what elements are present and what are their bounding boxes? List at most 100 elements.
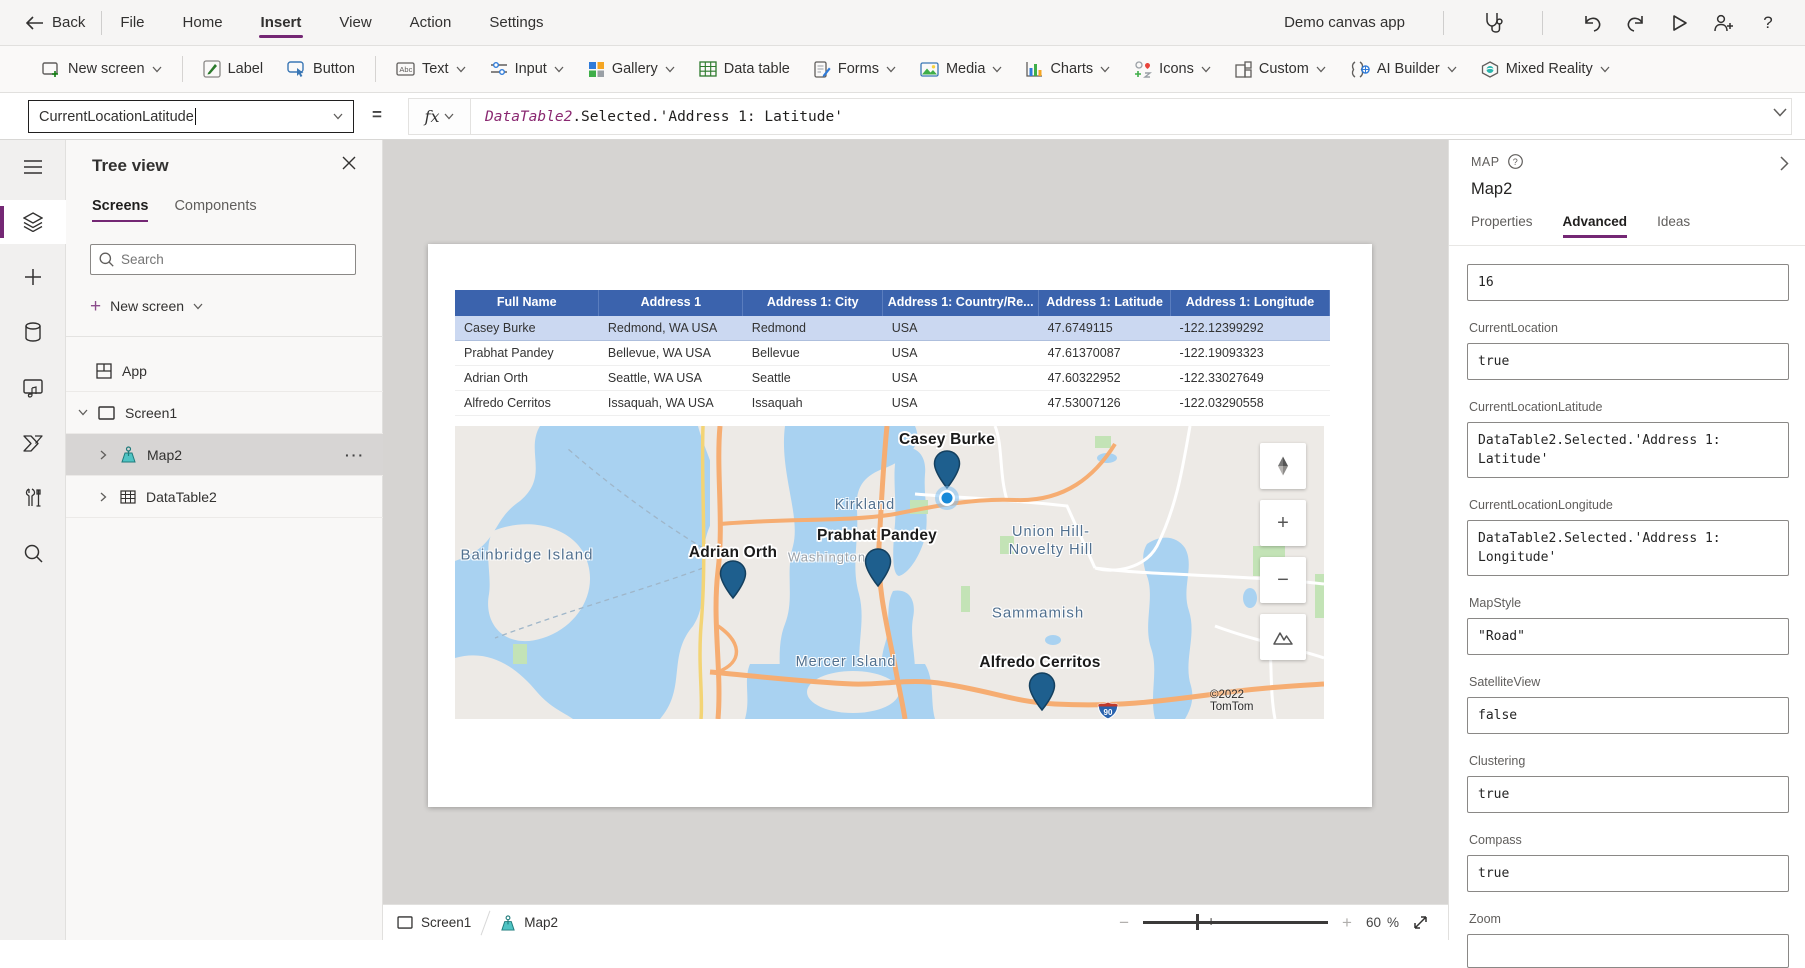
chevron-right-icon[interactable] — [100, 450, 112, 460]
formula-bar-collapse-chevron[interactable] — [1773, 108, 1787, 117]
tree-search-box[interactable] — [90, 244, 356, 275]
table-row[interactable]: Prabhat PandeyBellevue, WA USABellevueUS… — [455, 340, 1330, 365]
power-automate-icon[interactable] — [0, 421, 66, 465]
ribbon-forms[interactable]: Forms — [802, 53, 908, 86]
zoom-in-button[interactable]: + — [1342, 913, 1352, 933]
tab-components[interactable]: Components — [174, 198, 256, 222]
tree-item-app[interactable]: App — [66, 350, 383, 392]
ribbon-data-table[interactable]: Data table — [687, 53, 802, 85]
ribbon-new-screen[interactable]: New screen — [30, 53, 174, 85]
menu-file[interactable]: File — [118, 3, 146, 42]
advanced-tools-icon[interactable] — [0, 476, 66, 520]
app-checker-icon[interactable] — [1482, 12, 1504, 34]
tree-item-datatable2[interactable]: DataTable2 — [66, 476, 383, 518]
menu-home[interactable]: Home — [181, 3, 225, 42]
column-header[interactable]: Address 1: Latitude — [1039, 290, 1171, 315]
property-selector[interactable]: CurrentLocationLatitude — [28, 100, 354, 133]
zoom-slider[interactable]: + — [1143, 921, 1328, 924]
property-field-currentlocation[interactable]: true — [1467, 343, 1789, 380]
menu-insert[interactable]: Insert — [259, 3, 304, 42]
more-options-ellipsis[interactable]: ··· — [345, 447, 365, 463]
map-zoom-out-button[interactable]: − — [1260, 557, 1306, 603]
column-header[interactable]: Address 1 — [599, 290, 743, 315]
table-row[interactable]: Alfredo CerritosIssaquah, WA USAIssaquah… — [455, 390, 1330, 415]
help-icon[interactable]: ? — [1757, 12, 1779, 34]
chevron-right-icon[interactable] — [100, 492, 112, 502]
ribbon-media[interactable]: Media — [908, 53, 1015, 85]
tab-screens[interactable]: Screens — [92, 198, 148, 222]
ribbon-gallery[interactable]: Gallery — [576, 53, 687, 86]
redo-icon[interactable] — [1625, 12, 1647, 34]
ribbon-input[interactable]: Input — [478, 53, 576, 85]
tab-advanced[interactable]: Advanced — [1563, 214, 1628, 238]
table-row[interactable]: Casey BurkeRedmond, WA USARedmondUSA47.6… — [455, 315, 1330, 340]
map-pin-alfredo[interactable] — [1028, 672, 1056, 712]
ribbon-label[interactable]: Label — [191, 52, 275, 86]
undo-icon[interactable] — [1581, 12, 1603, 34]
ribbon-icons[interactable]: Icons — [1122, 53, 1223, 86]
map-pin-adrian[interactable] — [719, 560, 747, 600]
column-header[interactable]: Full Name — [455, 290, 599, 315]
zoom-out-button[interactable]: − — [1119, 913, 1129, 933]
formula-text[interactable]: DataTable2.Selected.'Address 1: Latitude… — [471, 99, 843, 134]
tree-item-screen1[interactable]: Screen1 — [66, 392, 383, 434]
map-zoom-in-button[interactable]: + — [1260, 500, 1306, 546]
map-compass-button[interactable] — [1260, 443, 1306, 489]
hamburger-menu-icon[interactable] — [0, 145, 66, 189]
menu-settings[interactable]: Settings — [487, 3, 545, 42]
app-screen-canvas[interactable]: Full Name Address 1 Address 1: City Addr… — [428, 244, 1372, 807]
ribbon-mixed-reality[interactable]: Mixed Reality — [1469, 53, 1622, 86]
ribbon-charts[interactable]: Charts — [1014, 53, 1122, 85]
map-pin-prabhat[interactable] — [864, 548, 892, 588]
data-sources-icon[interactable] — [0, 310, 66, 354]
table-row[interactable]: Adrian OrthSeattle, WA USASeattleUSA47.6… — [455, 365, 1330, 390]
tree-view-icon[interactable] — [0, 200, 66, 244]
column-header[interactable]: Address 1: Country/Re... — [883, 290, 1039, 315]
panel-collapse-chevron[interactable] — [1780, 156, 1789, 171]
play-preview-icon[interactable] — [1669, 12, 1691, 34]
share-icon[interactable] — [1713, 12, 1735, 34]
back-button[interactable]: Back — [26, 14, 85, 31]
menu-action[interactable]: Action — [408, 3, 454, 42]
screen-icon — [397, 916, 413, 929]
new-screen-button[interactable]: + New screen — [90, 290, 203, 322]
map-style-button[interactable] — [1260, 614, 1306, 660]
property-field-currentlocationlongitude[interactable]: DataTable2.Selected.'Address 1: Longitud… — [1467, 520, 1789, 576]
chevron-down-icon — [1100, 66, 1110, 73]
property-field-satelliteview[interactable]: false — [1467, 697, 1789, 734]
property-field-zoom[interactable] — [1467, 934, 1789, 968]
fx-button[interactable]: fx — [409, 99, 471, 134]
tab-properties[interactable]: Properties — [1471, 214, 1533, 238]
chevron-down-icon[interactable] — [78, 409, 90, 416]
ribbon-ai-builder[interactable]: AI Builder — [1338, 53, 1469, 86]
property-field-clustering[interactable]: true — [1467, 776, 1789, 813]
property-field-mapstyle[interactable]: "Road" — [1467, 618, 1789, 655]
data-table-control[interactable]: Full Name Address 1 Address 1: City Addr… — [455, 290, 1330, 416]
insert-plus-icon[interactable] — [0, 255, 66, 299]
property-field-compass[interactable]: true — [1467, 855, 1789, 892]
ribbon-custom[interactable]: Custom — [1223, 53, 1338, 86]
property-field-currentlocationlatitude[interactable]: DataTable2.Selected.'Address 1: Latitude… — [1467, 422, 1789, 478]
breadcrumb-map2[interactable]: Map2 — [486, 905, 572, 940]
column-header[interactable]: Address 1: Longitude — [1171, 290, 1330, 315]
ribbon-button[interactable]: Button — [275, 53, 367, 86]
tree-item-map2[interactable]: Map2 ··· — [66, 434, 383, 476]
property-label: CurrentLocationLongitude — [1469, 498, 1789, 512]
help-circle-icon[interactable]: ? — [1508, 154, 1523, 169]
new-screen-icon — [42, 62, 61, 77]
tab-ideas[interactable]: Ideas — [1657, 214, 1690, 238]
media-icon[interactable] — [0, 366, 66, 410]
map-pin-icon — [500, 915, 516, 931]
zoom-slider-handle[interactable] — [1196, 914, 1199, 930]
ribbon-text[interactable]: Abc Text — [384, 53, 478, 85]
close-icon[interactable] — [342, 156, 360, 174]
fit-to-window-icon[interactable] — [1413, 915, 1428, 930]
breadcrumb-screen1[interactable]: Screen1 — [383, 905, 485, 940]
menu-view[interactable]: View — [337, 3, 373, 42]
column-header[interactable]: Address 1: City — [743, 290, 883, 315]
formula-input[interactable]: fx DataTable2.Selected.'Address 1: Latit… — [408, 98, 1792, 135]
search-icon[interactable] — [0, 531, 66, 575]
map-control[interactable]: Bainbridge Island Kirkland Washington Un… — [455, 426, 1324, 719]
search-input[interactable] — [121, 252, 321, 267]
property-field-zoom-value[interactable]: 16 — [1467, 264, 1789, 301]
